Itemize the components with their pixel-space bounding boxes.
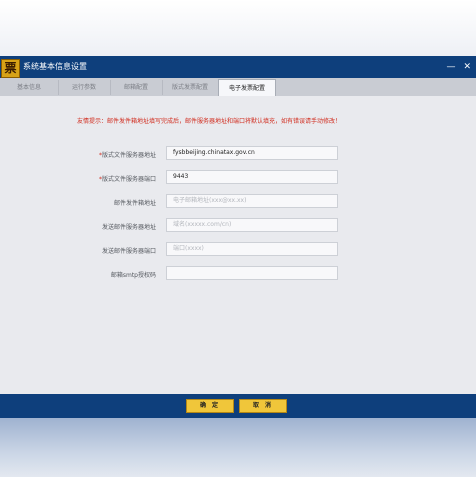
sender-email-input[interactable]: 电子邮箱地址(xxx@xx.xx) [166,194,338,208]
tab-bar: 基本信息 运行参数 邮箱配置 版式发票配置 电子发票配置 [0,78,476,97]
background-bottom [0,418,476,477]
background-top [0,0,476,56]
layout-server-port-label: *版式文件服务器端口 [98,176,156,183]
tab-e-invoice-config[interactable]: 电子发票配置 [218,79,276,97]
window-title: 系统基本信息设置 [23,62,87,71]
minimize-icon[interactable]: — [446,62,455,72]
layout-server-port-input[interactable]: 9443 [166,170,338,184]
smtp-server-address-label: 发送邮件服务器地址 [101,224,156,231]
layout-server-address-input[interactable]: fysbbeijing.chinatax.gov.cn [166,146,338,160]
app-logo-icon: 票 [1,59,20,78]
smtp-auth-code-input[interactable] [166,266,338,280]
close-icon[interactable]: ✕ [463,62,471,72]
cancel-button[interactable]: 取 消 [239,399,287,413]
smtp-server-port-label: 发送邮件服务器端口 [101,248,156,255]
form-panel: 友情提示：邮件发件箱地址填写完成后，邮件服务器地址和端口将默认填充，如有错误请手… [0,96,476,394]
confirm-button[interactable]: 确 定 [186,399,234,413]
tab-mailbox-config[interactable]: 邮箱配置 [110,80,163,95]
tab-basic-info[interactable]: 基本信息 [0,80,59,95]
sender-email-label: 邮件发件箱地址 [113,200,156,207]
smtp-auth-code-label: 邮箱smtp授权码 [110,272,156,279]
layout-server-address-label: *版式文件服务器地址 [98,152,156,159]
window-controls: — ✕ [446,56,471,78]
tip-message: 友情提示：邮件发件箱地址填写完成后，邮件服务器地址和端口将默认填充，如有错误请手… [77,118,342,125]
tab-run-params[interactable]: 运行参数 [58,80,111,95]
tab-layout-invoice-config[interactable]: 版式发票配置 [162,80,219,95]
window-titlebar[interactable]: 系统基本信息设置 — ✕ [0,56,476,78]
dialog-footer: 确 定 取 消 [0,394,476,418]
smtp-server-port-input[interactable]: 端口(xxxx) [166,242,338,256]
smtp-server-address-input[interactable]: 域名(xxxxx.com/cn) [166,218,338,232]
